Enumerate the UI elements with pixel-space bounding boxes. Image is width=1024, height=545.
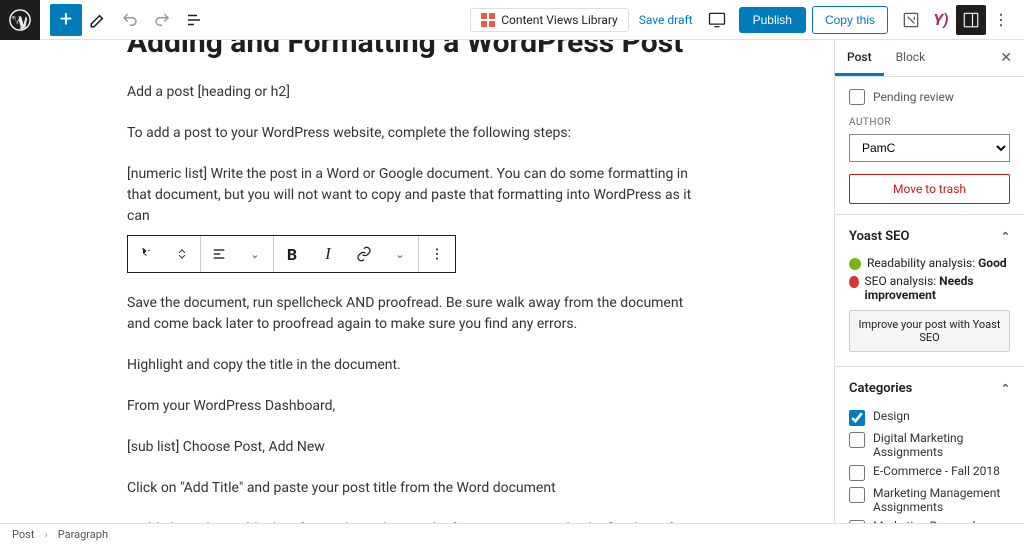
link-button[interactable]	[346, 236, 382, 272]
author-select[interactable]: PamC	[849, 134, 1010, 162]
paragraph[interactable]: [sub list] Choose Post, Add New	[127, 437, 707, 458]
content-views-label: Content Views Library	[501, 13, 618, 27]
chevron-up-icon: ⌃	[1001, 230, 1010, 243]
drag-handle-icon[interactable]	[164, 236, 200, 272]
content-views-button[interactable]: Content Views Library	[470, 8, 629, 32]
paragraph[interactable]: Add a post [heading or h2]	[127, 82, 707, 103]
post-title[interactable]: Adding and Formatting a WordPress Post	[127, 40, 707, 62]
block-toolbar: ⌄ B I ⌄	[127, 235, 456, 273]
pending-review-checkbox[interactable]: Pending review	[849, 87, 1010, 107]
wordpress-logo[interactable]	[0, 0, 40, 40]
grid-icon	[481, 13, 495, 27]
categories-section-body: Design Digital Marketing Assignments E-C…	[835, 400, 1024, 531]
toolbar-extra-icon1[interactable]	[896, 5, 926, 35]
settings-sidebar: Post Block ✕ Pending review AUTHOR PamC …	[834, 40, 1024, 531]
save-draft-link[interactable]: Save draft	[639, 13, 693, 27]
yoast-title: Yoast SEO	[849, 229, 909, 244]
yoast-section-toggle[interactable]: Yoast SEO ⌃	[835, 215, 1024, 248]
preview-button[interactable]	[701, 4, 733, 36]
paragraph[interactable]: [numeric list] Write the post in a Word …	[127, 164, 707, 227]
block-more-icon[interactable]	[419, 236, 455, 272]
editor-canvas[interactable]: Adding and Formatting a WordPress Post A…	[0, 40, 834, 531]
redo-icon[interactable]	[146, 4, 178, 36]
settings-icon[interactable]	[956, 5, 986, 35]
category-item[interactable]: Marketing Management Assignments	[849, 486, 1006, 514]
more-format-icon[interactable]: ⌄	[382, 236, 418, 272]
tab-post[interactable]: Post	[835, 40, 884, 76]
add-block-button[interactable]: +	[50, 4, 82, 36]
breadcrumb: Post › Paragraph	[0, 523, 1024, 545]
breadcrumb-root[interactable]: Post	[12, 528, 34, 541]
tab-block[interactable]: Block	[884, 40, 938, 76]
categories-title: Categories	[849, 381, 912, 396]
top-toolbar: + Content Views Library Save draft Publi…	[0, 0, 1024, 40]
bold-button[interactable]: B	[274, 236, 310, 272]
move-to-trash-button[interactable]: Move to trash	[849, 174, 1010, 204]
sidebar-tabs: Post Block ✕	[835, 40, 1024, 77]
copy-button[interactable]: Copy this	[812, 6, 888, 34]
status-panel: Pending review AUTHOR PamC Move to trash	[835, 77, 1024, 215]
yoast-section-body: Readability analysis: Good SEO analysis:…	[835, 248, 1024, 367]
readability-label: Readability analysis:	[867, 256, 975, 270]
paragraph[interactable]: Highlight and copy the title in the docu…	[127, 355, 707, 376]
pending-review-label: Pending review	[873, 90, 954, 104]
align-chevron-icon[interactable]: ⌄	[237, 236, 273, 272]
readability-dot-icon	[849, 258, 861, 270]
paragraph[interactable]: Save the document, run spellcheck AND pr…	[127, 293, 707, 335]
close-icon[interactable]: ✕	[988, 40, 1024, 76]
seo-dot-icon	[849, 276, 859, 288]
italic-button[interactable]: I	[310, 236, 346, 272]
align-icon[interactable]	[201, 236, 237, 272]
category-item[interactable]: Digital Marketing Assignments	[849, 431, 1006, 459]
categories-section-toggle[interactable]: Categories ⌃	[835, 367, 1024, 400]
main-area: Adding and Formatting a WordPress Post A…	[0, 40, 1024, 531]
chevron-up-icon: ⌃	[1001, 382, 1010, 395]
paragraph[interactable]: From your WordPress Dashboard,	[127, 396, 707, 417]
paragraph[interactable]: To add a post to your WordPress website,…	[127, 123, 707, 144]
category-item[interactable]: Design	[849, 409, 1006, 426]
yoast-improve-button[interactable]: Improve your post with Yoast SEO	[849, 310, 1010, 352]
author-heading: AUTHOR	[849, 117, 1010, 128]
breadcrumb-separator-icon: ›	[44, 528, 47, 541]
breadcrumb-leaf[interactable]: Paragraph	[58, 528, 108, 541]
seo-label: SEO analysis:	[865, 274, 937, 288]
publish-button[interactable]: Publish	[739, 7, 806, 33]
readability-value: Good	[978, 256, 1006, 270]
undo-icon[interactable]	[114, 4, 146, 36]
document-outline-icon[interactable]	[178, 4, 210, 36]
paragraph[interactable]: Click on "Add Title" and paste your post…	[127, 478, 707, 499]
block-type-icon[interactable]	[128, 236, 164, 272]
yoast-icon[interactable]: Y)	[926, 5, 956, 35]
more-options-icon[interactable]	[986, 5, 1016, 35]
edit-icon[interactable]	[82, 4, 114, 36]
category-item[interactable]: E-Commerce - Fall 2018	[849, 464, 1006, 481]
